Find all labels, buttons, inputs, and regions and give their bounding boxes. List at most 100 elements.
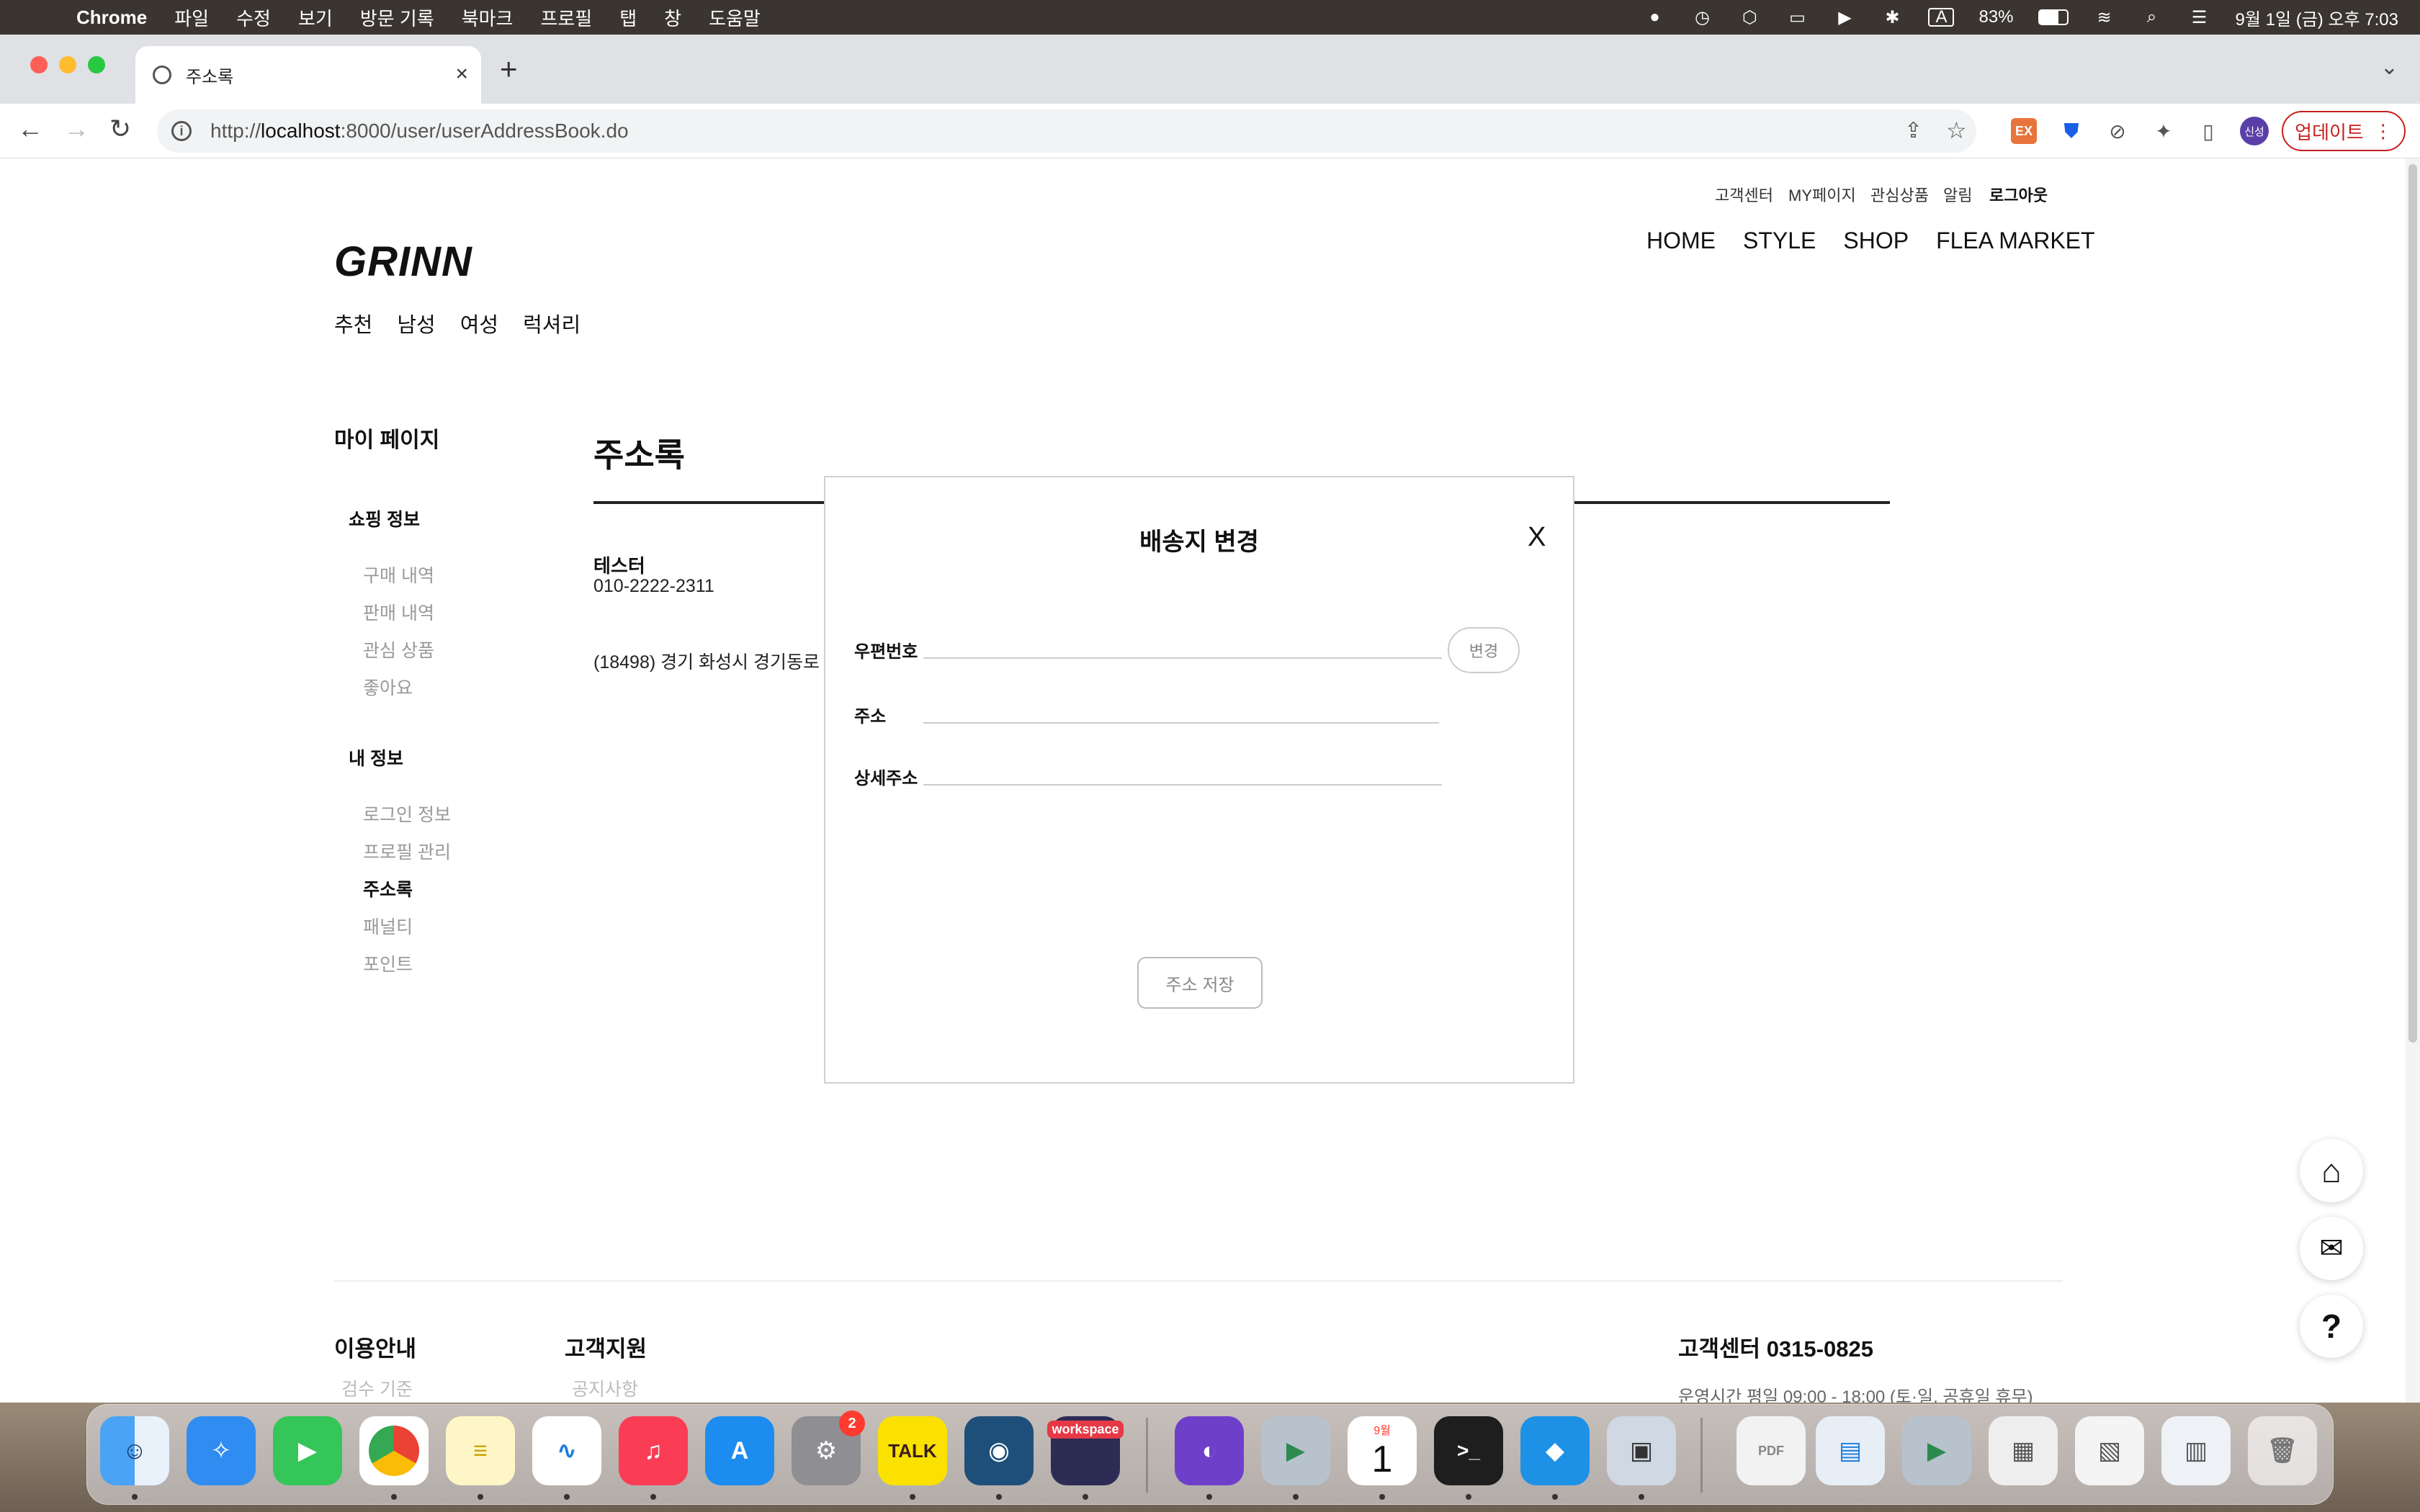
menu-help[interactable]: 도움말 <box>709 4 761 31</box>
chat-icon[interactable]: ✉ <box>2300 1217 2363 1280</box>
window-close-button[interactable] <box>30 56 48 73</box>
control-center-icon[interactable]: ☰ <box>2188 8 2211 27</box>
pdf-document-icon[interactable]: PDF <box>1736 1416 1806 1485</box>
app-store-icon[interactable]: A <box>705 1416 774 1485</box>
menu-view[interactable]: 보기 <box>298 4 333 31</box>
sidebar-item-login-info[interactable]: 로그인 정보 <box>363 801 451 827</box>
facetime-icon[interactable]: ▶ <box>273 1416 342 1485</box>
util-link-cs[interactable]: 고객센터 <box>1715 183 1773 206</box>
new-tab-button[interactable]: + <box>500 52 518 86</box>
bluetooth-icon[interactable]: ✱ <box>1881 8 1904 27</box>
eclipse-workspace-icon[interactable]: workspace <box>1047 1416 1124 1485</box>
calendar-icon[interactable]: 9월 1 <box>1348 1416 1417 1485</box>
sidebar-title[interactable]: 마이 페이지 <box>334 422 439 454</box>
tab-close-icon[interactable]: × <box>455 62 468 86</box>
menu-app-name[interactable]: Chrome <box>76 6 147 29</box>
sidebar-item-sales[interactable]: 판매 내역 <box>363 599 434 625</box>
box-icon[interactable]: ⬡ <box>1738 8 1761 27</box>
footer-link-notice[interactable]: 공지사항 <box>572 1375 638 1401</box>
chrome-window-stack-icon[interactable]: ▥ <box>2161 1416 2231 1485</box>
menu-tab[interactable]: 탭 <box>619 4 637 31</box>
side-panel-icon[interactable]: ▯ <box>2194 117 2223 145</box>
sidebar-item-likes[interactable]: 좋아요 <box>363 674 413 700</box>
modal-close-button[interactable]: X <box>1528 522 1546 553</box>
kakaotalk-icon[interactable]: TALK <box>878 1416 947 1485</box>
sidebar-item-points[interactable]: 포인트 <box>363 950 413 976</box>
finder-icon[interactable]: ☺ <box>100 1416 169 1485</box>
docker-icon[interactable]: ◆ <box>1520 1416 1590 1485</box>
more-menu-icon[interactable]: ⋮ <box>2374 120 2393 143</box>
subnav-recommend[interactable]: 추천 <box>334 308 372 338</box>
sidebar-item-address-book[interactable]: 주소록 <box>363 876 413 901</box>
safari-icon[interactable]: ✧ <box>187 1416 256 1485</box>
window-stack-icon[interactable]: ▦ <box>1989 1416 2058 1485</box>
messages-icon[interactable]: ● <box>1643 7 1666 27</box>
menu-window[interactable]: 창 <box>664 4 681 31</box>
system-settings-icon[interactable]: ⚙ 2 <box>792 1410 865 1485</box>
site-logo[interactable]: GRINN <box>334 238 472 286</box>
database-icon[interactable]: ▶ <box>1261 1416 1330 1485</box>
update-button[interactable]: 업데이트 ⋮ <box>2282 111 2406 151</box>
github-desktop-icon[interactable]: ◐ <box>1175 1416 1244 1485</box>
document-stack-icon[interactable]: ▧ <box>2075 1416 2144 1485</box>
menu-profiles[interactable]: 프로필 <box>540 4 592 31</box>
eraser-icon[interactable]: ⌂ <box>2300 1139 2363 1202</box>
backup-icon[interactable]: ◷ <box>1690 8 1713 27</box>
gnb-shop[interactable]: SHOP <box>1843 228 1909 254</box>
change-zipcode-button[interactable]: 변경 <box>1448 627 1520 673</box>
database-run-icon[interactable]: ▶ <box>1902 1416 1971 1485</box>
mysql-workbench-icon[interactable]: ◉ <box>964 1416 1034 1485</box>
wifi-icon[interactable]: ≋ <box>2093 8 2116 27</box>
notes-icon[interactable]: ≡ <box>446 1416 515 1485</box>
extension-ex-icon[interactable]: EX <box>2011 118 2037 144</box>
music-icon[interactable]: ♫ <box>619 1416 688 1485</box>
password-manager-icon[interactable]: ⛊ <box>2057 117 2086 145</box>
help-icon[interactable]: ? <box>2300 1295 2363 1358</box>
save-address-button[interactable]: 주소 저장 <box>1137 957 1263 1009</box>
window-minimize-button[interactable] <box>59 56 76 73</box>
gnb-flea-market[interactable]: FLEA MARKET <box>1936 228 2095 254</box>
forward-arrow-icon[interactable]: → <box>63 114 89 144</box>
menu-file[interactable]: 파일 <box>174 4 209 31</box>
tab-active[interactable]: 주소록 × <box>135 46 481 104</box>
menu-history[interactable]: 방문 기록 <box>360 4 434 31</box>
detail-address-input[interactable] <box>923 757 1442 786</box>
menu-edit[interactable]: 수정 <box>236 4 271 31</box>
battery-icon[interactable] <box>2038 9 2069 25</box>
address-bar[interactable]: i http://localhost:8000/user/userAddress… <box>157 109 1976 153</box>
play-icon[interactable]: ▶ <box>1833 8 1856 27</box>
freeform-icon[interactable]: ∿ <box>532 1416 601 1485</box>
zipcode-input[interactable] <box>923 630 1442 659</box>
sidebar-item-penalty[interactable]: 패널티 <box>363 913 413 939</box>
profile-avatar[interactable]: 신성 <box>2240 117 2269 145</box>
window-zoom-button[interactable] <box>88 56 105 73</box>
util-link-wishlist[interactable]: 관심상품 <box>1870 183 1929 206</box>
scrollbar-thumb[interactable] <box>2408 164 2417 1043</box>
preview-icon[interactable]: ▣ <box>1607 1416 1676 1485</box>
subnav-luxury[interactable]: 럭셔리 <box>523 308 581 338</box>
trash-icon[interactable]: 🗑 <box>2248 1416 2317 1485</box>
input-source-icon[interactable]: A <box>1928 7 1955 27</box>
sidebar-item-profile[interactable]: 프로필 관리 <box>363 838 451 864</box>
screenshot-thumbnail-icon[interactable]: ▤ <box>1816 1416 1885 1485</box>
util-link-logout[interactable]: 로그아웃 <box>1989 183 2048 206</box>
footer-link-inspection[interactable]: 검수 기준 <box>341 1375 413 1401</box>
terminal-icon[interactable]: >_ <box>1434 1416 1503 1485</box>
tab-search-chevron-icon[interactable]: ⌄ <box>2380 55 2398 80</box>
site-info-icon[interactable]: i <box>171 121 192 141</box>
sidebar-item-wishlist[interactable]: 관심 상품 <box>363 636 434 662</box>
share-icon[interactable]: ⇪ <box>1904 118 1922 143</box>
page-scrollbar[interactable] <box>2406 158 2420 1403</box>
gnb-style[interactable]: STYLE <box>1743 228 1816 254</box>
menu-bookmarks[interactable]: 북마크 <box>462 4 514 31</box>
bookmark-star-icon[interactable]: ☆ <box>1946 117 1967 144</box>
util-link-alerts[interactable]: 알림 <box>1943 183 1972 206</box>
back-arrow-icon[interactable]: ← <box>17 114 43 144</box>
clock[interactable]: 9월 1일 (금) 오후 7:03 <box>2236 5 2398 30</box>
display-icon[interactable]: ▭ <box>1785 8 1809 27</box>
spotlight-search-icon[interactable]: ⌕ <box>2141 7 2164 27</box>
util-link-mypage[interactable]: MY페이지 <box>1788 183 1856 206</box>
extensions-puzzle-icon[interactable]: ✦ <box>2149 117 2178 145</box>
compass-extension-icon[interactable]: ⊘ <box>2103 117 2132 145</box>
gnb-home[interactable]: HOME <box>1646 228 1716 254</box>
